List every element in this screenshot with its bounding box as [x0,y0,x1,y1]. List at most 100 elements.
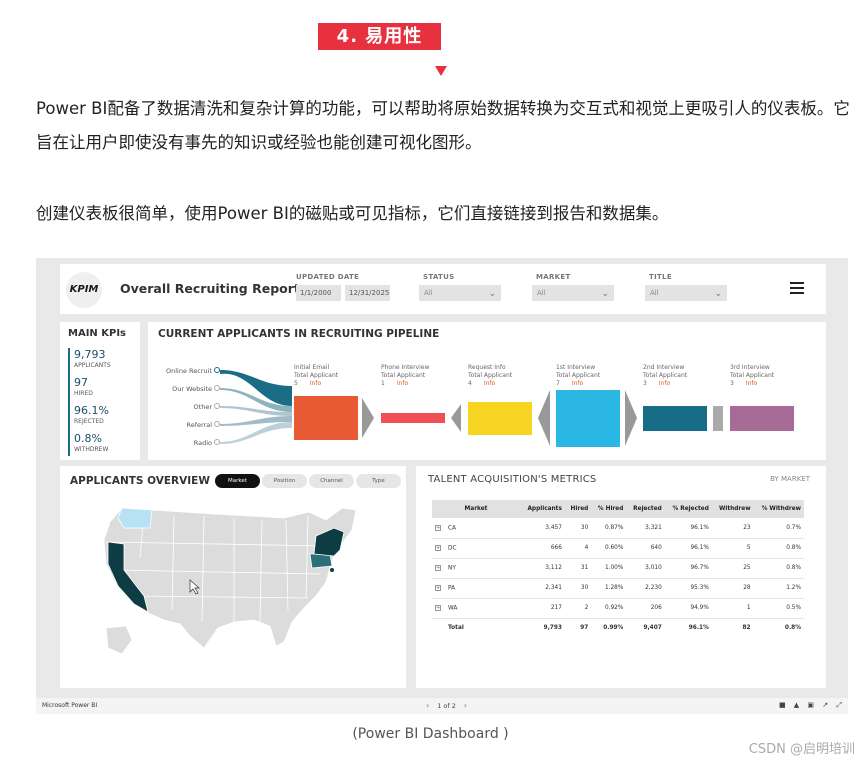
column-header[interactable]: % Rejected [664,500,712,518]
source-label: Radio [193,439,212,447]
expand-plus-icon[interactable]: + [435,544,441,551]
source-label: Online Recruit [166,367,212,375]
chevron-right-icon [625,390,637,446]
date-from-input[interactable]: 1/1/2000 [296,285,341,301]
facebook-icon[interactable]: ■ [779,701,786,709]
tab-position[interactable]: Position [262,474,307,488]
watermark: CSDN @启明培训 [748,742,855,757]
table-row[interactable]: + NY 3,112 31 1.00% 3,010 96.7% 25 0.8% [432,558,804,579]
prev-page-icon[interactable]: ‹ [426,701,429,710]
stage-bar[interactable] [556,390,620,447]
expand-plus-icon[interactable]: + [435,564,441,571]
kpi-list: 9,793 APPLICANTS 97 HIRED 96.1% REJECTED… [68,348,111,456]
fullscreen-icon[interactable]: ⤢ [836,701,842,709]
stage-bar[interactable] [643,406,707,431]
tab-market[interactable]: Market [215,474,260,488]
market-label: MARKET [536,273,571,281]
chevron-right-icon [362,398,374,438]
table-row[interactable]: + DC 666 4 0.60% 640 96.1% 5 0.8% [432,538,804,559]
info-link[interactable]: Info [484,380,495,387]
info-link[interactable]: Info [310,380,321,387]
share-icon[interactable]: ↗ [822,701,828,709]
column-header[interactable]: Hired [564,500,592,518]
state-ak[interactable] [105,625,133,655]
overview-title: APPLICANTS OVERVIEW [70,475,210,487]
kpi-value: 96.1% [74,404,109,417]
expand-plus-icon[interactable]: + [435,584,441,591]
stage-bar[interactable] [468,402,532,435]
column-header[interactable]: % Withdrew [753,500,804,518]
chevron-left-icon [451,404,461,432]
source-label: Other [193,403,212,411]
table-row[interactable]: + CA 3,457 30 0.87% 3,321 96.1% 23 0.7% [432,518,804,539]
powerbi-brand-link[interactable]: Microsoft Power BI [42,702,97,709]
stage-bar[interactable] [381,413,445,423]
info-link[interactable]: Info [746,380,757,387]
paragraph-1: Power BI配备了数据清洗和复杂计算的功能，可以帮助将原始数据转换为交互式和… [36,99,850,152]
metrics-title: TALENT ACQUISITION'S METRICS [428,474,597,485]
down-arrow-icon [435,66,447,76]
paragraph-2: 创建仪表板很简单，使用Power BI的磁贴或可见指标，它们直接链接到报告和数据… [36,204,669,223]
state-dc[interactable] [330,568,334,572]
stage-bar[interactable] [294,396,358,440]
market-value: All [537,289,546,297]
expand-plus-icon[interactable]: + [435,604,441,611]
stage-label: 1st Interview Total Applicant 7 Info [556,364,601,387]
source-label: Referral [186,421,212,429]
status-label: STATUS [423,273,455,281]
stage-label: 2nd Interview Total Applicant 3 Info [643,364,688,387]
twitter-icon[interactable]: ▲ [794,701,799,709]
powerbi-dashboard: KPIM Overall Recruiting Report UPDATED D… [36,258,848,714]
market-select[interactable]: All ⌄ [532,285,614,301]
table-row[interactable]: + PA 2,341 30 1.28% 2,230 95.3% 28 1.2% [432,578,804,599]
report-title: Overall Recruiting Report [120,281,300,296]
state-pa[interactable] [309,553,333,569]
title-label: TITLE [649,273,672,281]
column-header[interactable]: Applicants [520,500,565,518]
kpi-value: 9,793 [74,348,106,361]
share-icons: ■ ▲ ▣ ↗ ⤢ [773,701,842,710]
kpi-title: MAIN KPIs [68,328,127,339]
kpim-logo: KPIM [66,272,102,308]
section-badge: 4. 易用性 [318,23,441,50]
updated-date-label: UPDATED DATE [296,273,360,281]
info-link[interactable]: Info [397,380,408,387]
stage-label: 3rd Interview Total Applicant 3 Info [730,364,775,387]
column-header[interactable]: Withdrew [711,500,754,518]
kpi-label: REJECTED [74,418,104,425]
state-wa[interactable] [117,507,153,529]
us-map[interactable] [94,498,374,668]
us-states-base[interactable] [103,507,357,649]
stage-bar[interactable] [730,406,794,431]
column-header[interactable]: % Hired [591,500,627,518]
pipeline-title: CURRENT APPLICANTS IN RECRUITING PIPELIN… [158,328,440,340]
expand-plus-icon[interactable]: + [435,524,441,531]
chevron-down-icon: ⌄ [488,289,496,299]
date-to-input[interactable]: 12/31/2025 [345,285,390,301]
column-header[interactable]: Rejected [626,500,665,518]
hamburger-menu-icon[interactable] [790,282,804,297]
info-link[interactable]: Info [572,380,583,387]
chevron-left-icon [538,390,550,446]
linkedin-icon[interactable]: ▣ [807,701,814,709]
column-header[interactable]: Market [432,500,520,518]
kpi-value: 97 [74,376,88,389]
table-row[interactable]: + WA 217 2 0.92% 206 94.9% 1 0.5% [432,598,804,619]
powerbi-footer: Microsoft Power BI ‹ 1 of 2 › ■ ▲ ▣ ↗ ⤢ [36,698,848,714]
table-header-row: Market Applicants Hired % Hired Rejected… [432,500,804,518]
page-navigator: ‹ 1 of 2 › [418,701,475,710]
kpi-label: APPLICANTS [74,362,111,369]
chevron-down-icon: ⌄ [714,289,722,299]
status-value: All [424,289,433,297]
next-page-icon[interactable]: › [464,701,467,710]
tab-channel[interactable]: Channel [309,474,354,488]
tab-type[interactable]: Type [356,474,401,488]
pipeline-card: CURRENT APPLICANTS IN RECRUITING PIPELIN… [148,322,826,460]
metrics-subtitle: BY MARKET [770,475,810,483]
status-select[interactable]: All ⌄ [419,285,501,301]
stage-label: Phone Interview Total Applicant 1 Info [381,364,430,387]
info-link[interactable]: Info [659,380,670,387]
title-select[interactable]: All ⌄ [645,285,727,301]
report-header: KPIM Overall Recruiting Report UPDATED D… [60,264,826,314]
source-flow-graphic [220,370,292,444]
